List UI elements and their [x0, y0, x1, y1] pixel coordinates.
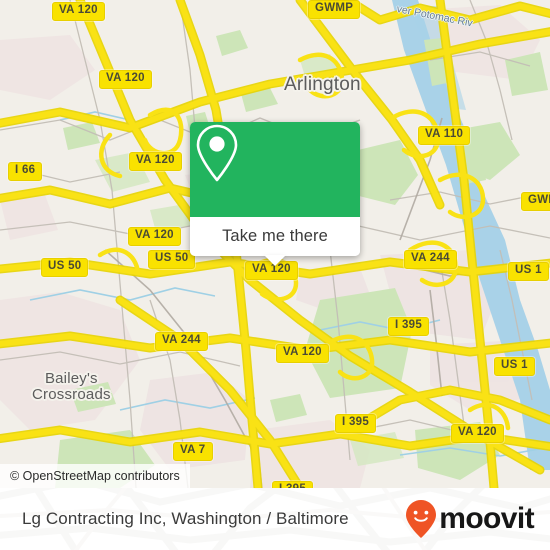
footer-bar: Lg Contracting Inc, Washington / Baltimo…: [0, 488, 550, 550]
location-popup-card[interactable]: Take me there: [190, 122, 360, 266]
map-pin-icon: [196, 124, 238, 182]
place-title: Lg Contracting Inc, Washington / Baltimo…: [22, 509, 349, 528]
moovit-map-screenshot: Arlington Bailey's Crossroads ver Potoma…: [0, 0, 550, 550]
moovit-brand[interactable]: moovit: [404, 499, 535, 539]
moovit-smiley-pin-icon: [406, 500, 437, 538]
map-canvas[interactable]: Arlington Bailey's Crossroads ver Potoma…: [0, 0, 550, 488]
take-me-there-button[interactable]: Take me there: [190, 217, 360, 256]
popup-image-panel: [190, 122, 360, 217]
osm-attribution[interactable]: © OpenStreetMap contributors: [0, 464, 190, 488]
moovit-wordmark: moovit: [439, 502, 534, 535]
popup-pointer: [264, 255, 286, 266]
